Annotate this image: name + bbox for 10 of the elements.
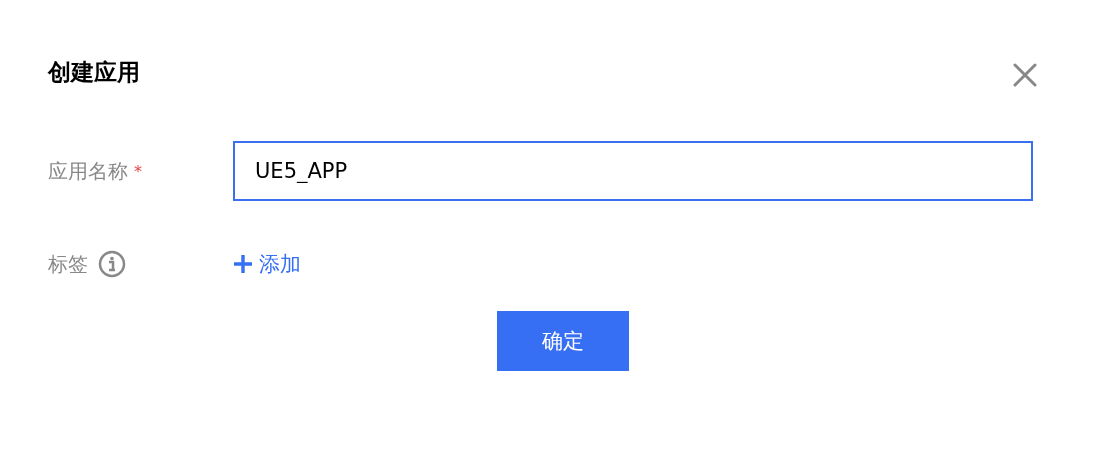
field-label: 应用名称	[48, 157, 128, 185]
input-field[interactable]: UE5_APP	[233, 141, 1033, 201]
dialog-title: 创建应用	[48, 57, 140, 87]
info-icon[interactable]	[98, 250, 126, 278]
field-label: 标签	[48, 250, 88, 278]
add-link[interactable]: 添加	[233, 250, 301, 278]
close-icon[interactable]	[1012, 62, 1038, 88]
confirm-button[interactable]: 确定	[497, 311, 629, 371]
required-mark: *	[134, 161, 142, 181]
plus-icon	[233, 254, 253, 274]
